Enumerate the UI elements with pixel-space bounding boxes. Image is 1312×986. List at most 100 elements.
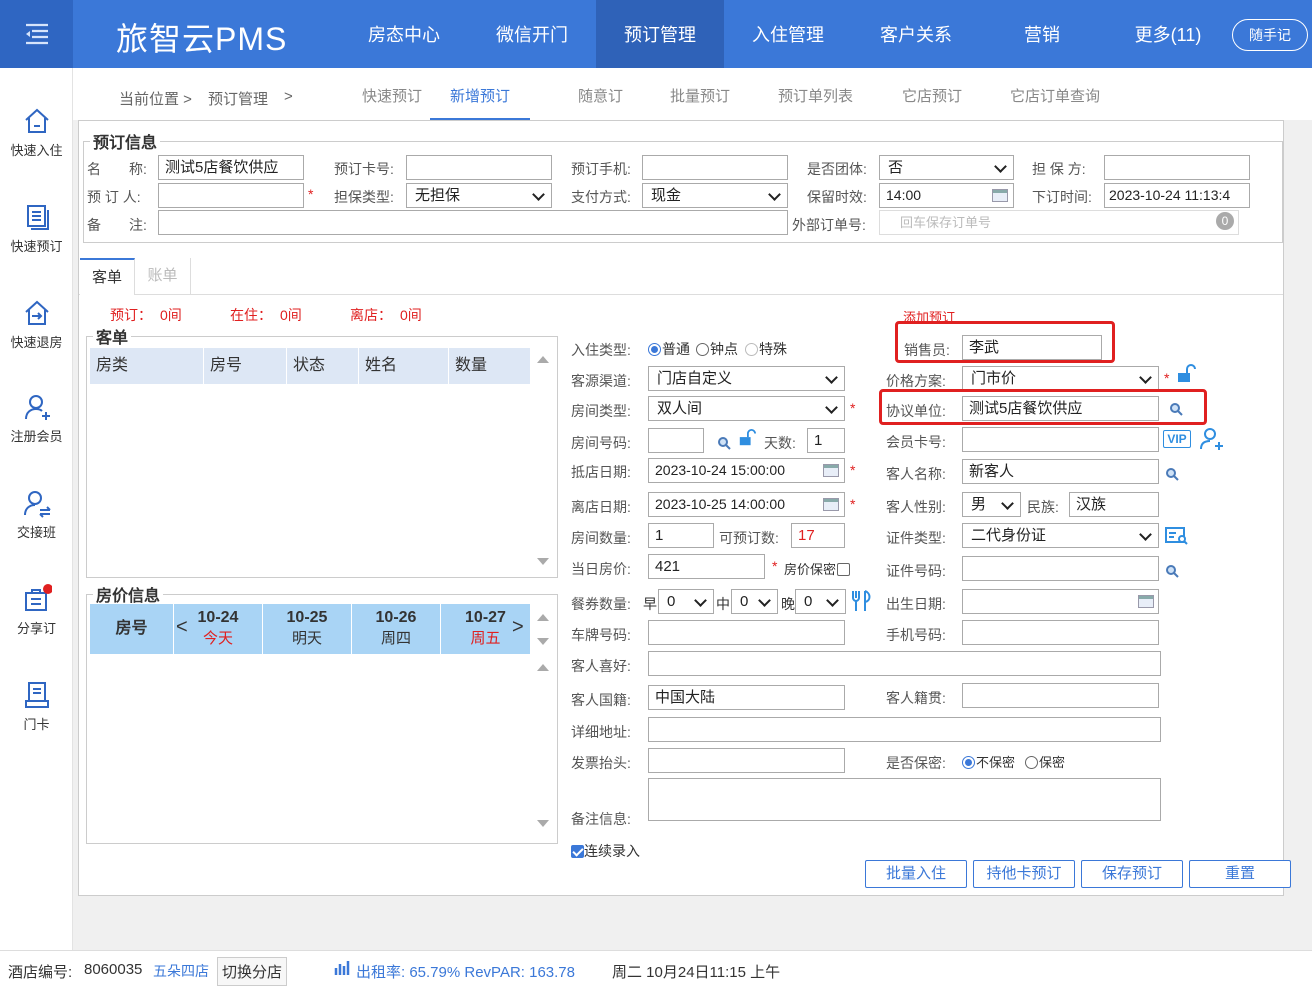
- departure-calendar-icon[interactable]: [823, 498, 839, 511]
- tab-guest-order[interactable]: 客单: [80, 258, 135, 295]
- room-search-icon[interactable]: [717, 436, 731, 450]
- note-textarea[interactable]: [648, 778, 1161, 821]
- day-price-input[interactable]: 421: [648, 554, 765, 579]
- tab-booking-list[interactable]: 预订单列表: [778, 85, 853, 120]
- remark-input[interactable]: [158, 210, 788, 235]
- tab-new-booking[interactable]: 新增预订: [430, 85, 531, 120]
- payment-select[interactable]: 现金: [642, 183, 788, 208]
- sidebar-item-room-card[interactable]: 门卡: [0, 680, 73, 733]
- guest-search-icon[interactable]: [1165, 467, 1179, 481]
- id-type-select[interactable]: 二代身份证: [962, 523, 1159, 548]
- origin-input[interactable]: [962, 683, 1159, 708]
- sidebar-item-share-booking[interactable]: 分享订: [0, 584, 73, 637]
- breadcrumb-bar: 当前位置 > 预订管理 > 快速预订 新增预订 随意订 批量预订 预订单列表 它…: [73, 68, 1312, 120]
- tab-casual-booking[interactable]: 随意订: [578, 85, 623, 120]
- phone-input[interactable]: [642, 155, 788, 180]
- secret-no-radio[interactable]: 不保密: [962, 752, 1015, 771]
- nav-kehu[interactable]: 客户关系: [852, 0, 980, 68]
- sidebar-item-quick-booking[interactable]: 快速预订: [0, 202, 73, 255]
- external-order-badge: 0: [1216, 212, 1234, 230]
- price-day-2: 10-25 明天: [263, 604, 352, 654]
- nav-yuding[interactable]: 预订管理: [596, 0, 724, 68]
- nav-fangtai[interactable]: 房态中心: [340, 0, 468, 68]
- nav-ruzhu[interactable]: 入住管理: [724, 0, 852, 68]
- member-card-input[interactable]: [962, 427, 1159, 452]
- switch-store-button[interactable]: 切换分店: [217, 957, 288, 986]
- other-card-booking-button[interactable]: 持他卡预订: [973, 860, 1075, 888]
- status-bar: 酒店编号: 8060035 五朵四店 切换分店 出租率: 65.79% RevP…: [0, 950, 1312, 986]
- sidebar-item-quick-checkout[interactable]: 快速退房: [0, 298, 73, 351]
- guarantor-input[interactable]: [1104, 155, 1250, 180]
- invoice-input[interactable]: [648, 748, 845, 773]
- tab-bill[interactable]: 账单: [135, 258, 191, 294]
- meal-breakfast-select[interactable]: 0: [658, 589, 714, 614]
- room-unlock-icon[interactable]: [738, 429, 756, 447]
- nationality-input[interactable]: 中国大陆: [648, 685, 845, 710]
- vip-icon[interactable]: VIP: [1163, 430, 1191, 448]
- hobby-input[interactable]: [648, 651, 1161, 676]
- nav-yingxiao[interactable]: 营销: [980, 0, 1104, 68]
- nav-more[interactable]: 更多(11): [1110, 0, 1226, 68]
- days-input[interactable]: 1: [807, 428, 845, 453]
- meal-lunch-label: 中: [716, 596, 730, 612]
- calendar-icon[interactable]: [992, 189, 1008, 202]
- tab-batch-booking[interactable]: 批量预订: [670, 85, 730, 120]
- price-secret-checkbox[interactable]: 房价保密: [784, 559, 851, 578]
- checkin-type-special[interactable]: 特殊: [745, 339, 787, 359]
- sidebar-item-quick-checkin[interactable]: 快速入住: [0, 106, 73, 159]
- continuous-entry-checkbox[interactable]: 连续录入: [571, 841, 640, 861]
- plate-input[interactable]: [648, 620, 845, 645]
- next-arrow[interactable]: >: [512, 616, 524, 639]
- booker-input[interactable]: [158, 183, 304, 208]
- note-label: 备注信息:: [571, 811, 631, 827]
- order-time-input[interactable]: 2023-10-24 11:13:4: [1104, 183, 1250, 208]
- birth-date-input[interactable]: [962, 589, 1159, 614]
- id-search-icon[interactable]: [1165, 564, 1179, 578]
- guarantee-type-select[interactable]: 无担保: [406, 183, 552, 208]
- mobile-input[interactable]: [962, 620, 1159, 645]
- nav-weixin[interactable]: 微信开门: [468, 0, 596, 68]
- room-no-input[interactable]: [648, 428, 704, 453]
- guest-list-scrollbar[interactable]: [535, 348, 551, 572]
- nation-input[interactable]: 汉族: [1069, 492, 1159, 517]
- checkin-type-hourly[interactable]: 钟点: [696, 339, 738, 359]
- price-scrollbar[interactable]: [535, 604, 551, 836]
- room-count-input[interactable]: 1: [648, 523, 714, 548]
- card-icon: [24, 682, 49, 708]
- meal-lunch-select[interactable]: 0: [731, 589, 778, 614]
- reset-button[interactable]: 重置: [1189, 860, 1291, 888]
- meal-dinner-select[interactable]: 0: [795, 589, 846, 614]
- departure-date-input[interactable]: 2023-10-25 14:00:00: [648, 492, 845, 517]
- card-input[interactable]: [406, 155, 552, 180]
- id-reader-icon[interactable]: [1165, 526, 1189, 546]
- stay-count-label: 在住：: [230, 307, 272, 323]
- unlock-icon[interactable]: [1176, 364, 1196, 384]
- tab-other-store-query[interactable]: 它店订单查询: [1010, 85, 1100, 120]
- room-type-select[interactable]: 双人间: [648, 396, 845, 421]
- source-select[interactable]: 门店自定义: [648, 366, 845, 391]
- external-order-input[interactable]: 回车保存订单号: [879, 210, 1239, 235]
- menu-icon[interactable]: [0, 0, 73, 68]
- arrival-calendar-icon[interactable]: [823, 464, 839, 477]
- address-input[interactable]: [648, 717, 1161, 742]
- secret-yes-radio[interactable]: 保密: [1025, 752, 1065, 771]
- arrival-date-input[interactable]: 2023-10-24 15:00:00: [648, 458, 845, 483]
- tab-quick-booking[interactable]: 快速预订: [362, 85, 422, 120]
- batch-checkin-button[interactable]: 批量入住: [865, 860, 967, 888]
- gender-select[interactable]: 男: [962, 492, 1021, 517]
- name-input[interactable]: 测试5店餐饮供应: [158, 155, 304, 180]
- price-day-3: 10-26 周四: [352, 604, 441, 654]
- checkin-type-normal[interactable]: 普通: [648, 339, 690, 359]
- save-booking-button[interactable]: 保存预订: [1081, 860, 1183, 888]
- memo-button[interactable]: 随手记: [1232, 19, 1308, 51]
- breadcrumb-item[interactable]: 预订管理: [208, 88, 268, 109]
- birth-calendar-icon[interactable]: [1138, 595, 1154, 608]
- sidebar-item-register-member[interactable]: 注册会员: [0, 392, 73, 445]
- guest-name-input[interactable]: 新客人: [962, 459, 1159, 484]
- sidebar-item-shift-handover[interactable]: 交接班: [0, 488, 73, 541]
- id-number-input[interactable]: [962, 556, 1159, 581]
- group-select[interactable]: 否: [879, 155, 1014, 180]
- rate-plan-select[interactable]: 门市价: [962, 366, 1159, 391]
- add-member-icon[interactable]: [1199, 427, 1225, 451]
- tab-other-store-booking[interactable]: 它店预订: [902, 85, 962, 120]
